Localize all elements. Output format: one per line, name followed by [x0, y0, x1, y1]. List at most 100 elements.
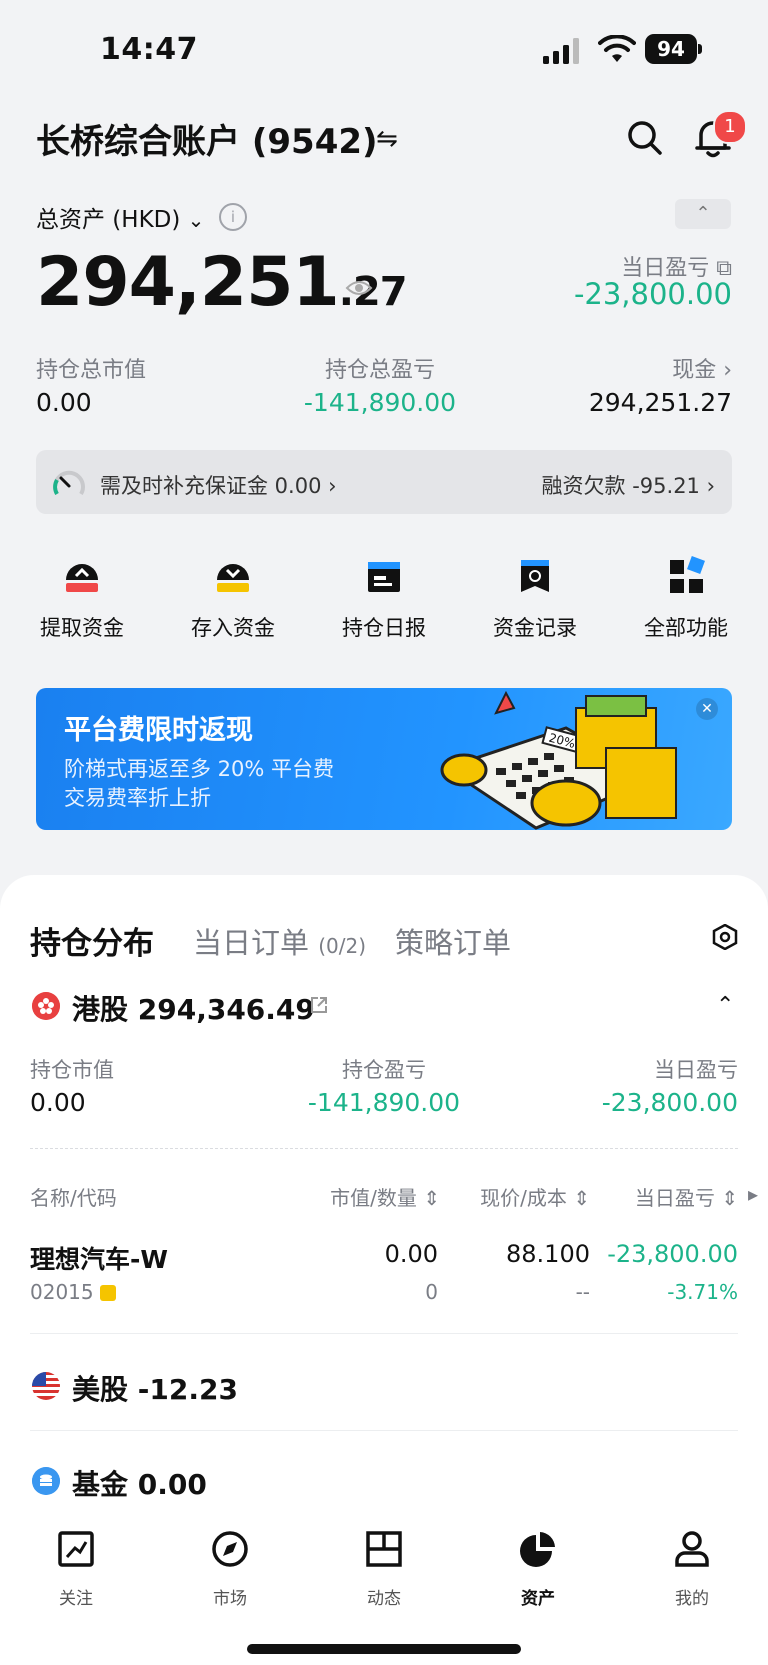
row-cost: -- — [575, 1280, 590, 1304]
banner-title: 平台费限时返现 — [64, 715, 253, 746]
total-int: 294,251 — [36, 243, 340, 322]
banner-line2: 交易费率折上折 — [64, 786, 211, 810]
hk-market-title[interactable]: 港股 294,346.49 — [72, 988, 315, 1028]
all-functions-icon — [670, 556, 705, 593]
hk-flag-icon — [32, 992, 60, 1020]
row-day-pl: -23,800.00 — [607, 1240, 738, 1268]
quick-action-daily-report[interactable]: 持仓日报 — [319, 556, 449, 642]
quick-action-label: 全部功能 — [644, 616, 728, 640]
chevron-down-icon: ⌄ — [187, 208, 205, 232]
hk-value-day-pl: -23,800.00 — [601, 1088, 738, 1117]
home-indicator[interactable] — [247, 1644, 521, 1654]
assets-icon — [520, 1532, 555, 1567]
profile-icon — [675, 1531, 709, 1567]
nav-profile[interactable]: 我的 — [642, 1530, 742, 1609]
signal-icon — [543, 38, 579, 64]
tab-positions[interactable]: 持仓分布 — [30, 918, 154, 963]
banner-line1: 阶梯式再返至多 20% 平台费 — [64, 757, 335, 781]
nav-watchlist[interactable]: 关注 — [26, 1530, 126, 1609]
nav-market[interactable]: 市场 — [180, 1530, 280, 1609]
divider — [30, 1148, 738, 1149]
row-market-value: 0.00 — [384, 1240, 438, 1268]
col-header-price[interactable]: 现价/成本 ⇕ — [450, 1182, 590, 1211]
nav-label: 关注 — [59, 1589, 93, 1609]
hk-value-pl: -141,890.00 — [307, 1088, 461, 1117]
hk-label-market-value: 持仓市值 — [30, 1058, 114, 1082]
fund-icon — [32, 1467, 60, 1495]
calculator-coins-illustration: 20% — [440, 690, 677, 830]
orders-count: (0/2) — [318, 934, 367, 958]
quick-action-label: 提取资金 — [40, 616, 124, 640]
nav-label: 动态 — [367, 1589, 401, 1609]
col-header-market-value[interactable]: 市值/数量 ⇕ — [300, 1182, 440, 1211]
notification-badge: 1 — [713, 110, 747, 144]
nav-label: 市场 — [213, 1589, 247, 1609]
hk-label-pl: 持仓盈亏 — [342, 1058, 426, 1082]
stat-value-cash: 294,251.27 — [588, 388, 732, 417]
watchlist-icon — [58, 1531, 94, 1567]
account-title[interactable]: 长桥综合账户 (9542) — [36, 114, 378, 163]
battery-cap — [698, 44, 702, 54]
quick-action-label: 资金记录 — [493, 616, 577, 640]
divider — [30, 1333, 738, 1334]
feed-icon — [366, 1531, 402, 1567]
settings-icon[interactable] — [712, 924, 738, 950]
promo-banner[interactable]: 平台费限时返现 阶梯式再返至多 20% 平台费 交易费率折上折 20% ✕ — [36, 688, 732, 830]
fund-records-icon — [521, 560, 549, 592]
col-header-day-pl[interactable]: 当日盈亏 ⇕ — [600, 1182, 738, 1211]
cash-link[interactable]: 现金 › — [572, 352, 732, 384]
margin-call-link[interactable]: 需及时补充保证金 0.00 › — [100, 470, 337, 500]
margin-loan-link[interactable]: 融资欠款 -95.21 › — [430, 470, 715, 500]
col-header-name: 名称/代码 — [30, 1186, 117, 1210]
collapse-hk-icon[interactable]: ⌃ — [716, 993, 734, 1018]
wifi-icon — [598, 35, 636, 62]
quick-action-fund-records[interactable]: 资金记录 — [470, 556, 600, 642]
stat-label-total-pl: 持仓总盈亏 — [324, 358, 435, 383]
search-icon[interactable] — [625, 118, 665, 158]
hk-value-market-value: 0.00 — [30, 1088, 86, 1117]
quick-action-withdraw[interactable]: 提取资金 — [17, 556, 147, 642]
total-assets-label-text: 总资产 (HKD) — [36, 207, 181, 233]
battery-level: 94 — [645, 34, 697, 64]
day-pl-value: -23,800.00 — [573, 277, 732, 311]
row-day-pl-pct: -3.71% — [667, 1280, 738, 1304]
daily-report-icon — [368, 562, 400, 592]
scroll-right-icon[interactable]: ▸ — [748, 1182, 758, 1206]
row-price: 88.100 — [506, 1240, 590, 1268]
stock-code-text: 02015 — [30, 1280, 94, 1304]
withdraw-icon — [66, 564, 98, 592]
deposit-icon — [217, 564, 249, 592]
external-link-icon[interactable] — [310, 996, 328, 1014]
stock-name: 理想汽车-W — [30, 1245, 168, 1274]
stat-value-market-value: 0.00 — [36, 388, 92, 417]
info-icon[interactable]: i — [219, 203, 247, 231]
eye-icon[interactable] — [345, 278, 373, 298]
tab-today-orders[interactable]: 当日订单 (0/2) — [193, 920, 366, 962]
nav-label: 资产 — [521, 1589, 555, 1609]
stock-code: 02015 — [30, 1280, 116, 1304]
quick-action-deposit[interactable]: 存入资金 — [168, 556, 298, 642]
fund-title[interactable]: 基金 0.00 — [72, 1463, 207, 1503]
total-assets-label[interactable]: 总资产 (HKD) ⌄ — [36, 200, 204, 234]
swap-account-icon[interactable]: ⇋ — [376, 124, 398, 154]
nav-label: 我的 — [675, 1589, 709, 1609]
nav-assets[interactable]: 资产 — [488, 1530, 588, 1609]
margin-gauge-icon — [53, 470, 85, 496]
status-time: 14:47 — [100, 32, 198, 67]
market-icon — [212, 1531, 248, 1567]
quick-action-all-functions[interactable]: 全部功能 — [621, 556, 751, 642]
quick-action-label: 存入资金 — [191, 616, 275, 640]
nav-feed[interactable]: 动态 — [334, 1530, 434, 1609]
calendar-badge-icon — [99, 1285, 116, 1301]
divider — [30, 1430, 738, 1431]
hk-label-day-pl: 当日盈亏 — [654, 1058, 738, 1082]
tab-today-orders-label: 当日订单 — [193, 926, 310, 960]
stat-label-market-value: 持仓总市值 — [36, 358, 147, 383]
collapse-button[interactable]: ⌃ — [675, 199, 731, 229]
tab-strategy-orders[interactable]: 策略订单 — [395, 920, 511, 962]
banner-close-icon[interactable]: ✕ — [696, 698, 718, 720]
us-flag-icon — [32, 1372, 60, 1400]
us-market-title[interactable]: 美股 -12.23 — [72, 1368, 238, 1408]
quick-action-label: 持仓日报 — [342, 616, 426, 640]
stat-value-total-pl: -141,890.00 — [303, 388, 457, 417]
